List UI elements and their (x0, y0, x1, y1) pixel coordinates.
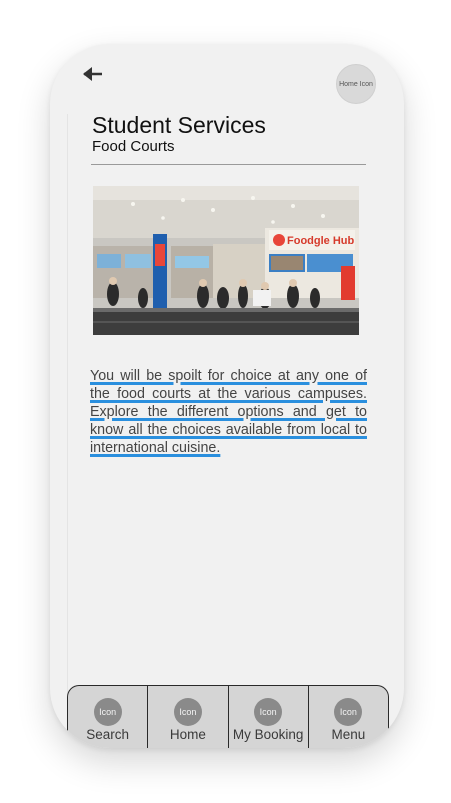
page-subtitle: Food Courts (92, 138, 175, 155)
nav-item-home[interactable]: Icon Home (147, 686, 227, 748)
header-divider (91, 164, 366, 165)
phone-frame: Home Icon Student Services Food Courts F… (50, 44, 404, 748)
screen-edge-line (67, 114, 68, 694)
nav-label-menu: Menu (331, 727, 366, 742)
booking-icon: Icon (254, 698, 283, 726)
page-title: Student Services (92, 112, 266, 138)
description-span: You will be spoilt for choice at any one… (90, 368, 367, 456)
back-button[interactable] (81, 64, 105, 84)
menu-icon: Icon (334, 698, 363, 726)
food-court-photo: Foodgle Hub (93, 186, 359, 335)
home-icon: Icon (173, 698, 202, 726)
nav-label-search: Search (86, 727, 130, 742)
stall-sign-text: Foodgle Hub (287, 235, 354, 247)
nav-item-search[interactable]: Icon Search (68, 686, 147, 748)
description-text: You will be spoilt for choice at any one… (90, 367, 367, 457)
nav-label-my-booking: My Booking (232, 727, 304, 742)
home-icon-button[interactable]: Home Icon (336, 64, 376, 104)
search-icon: Icon (93, 698, 122, 726)
bottom-nav: Icon Search Icon Home Icon My Booking Ic… (67, 685, 389, 748)
home-icon-label: Home Icon (339, 80, 373, 88)
nav-label-home: Home (169, 727, 206, 742)
nav-item-my-booking[interactable]: Icon My Booking (227, 686, 308, 748)
nav-item-menu[interactable]: Icon Menu (307, 686, 388, 748)
arrow-left-icon (83, 67, 102, 81)
